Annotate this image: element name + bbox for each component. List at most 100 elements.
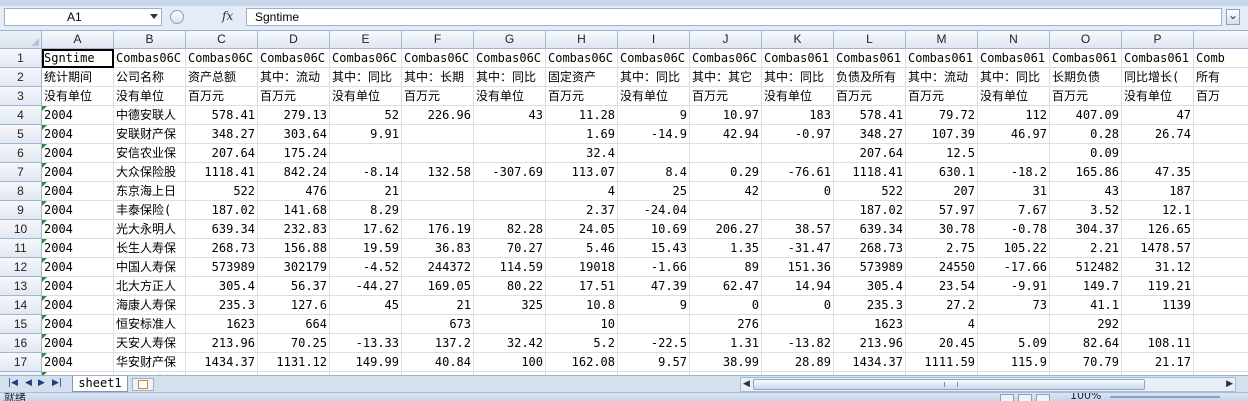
cell-e14[interactable]: 45 <box>330 296 402 315</box>
cell-h12[interactable]: 19018 <box>546 258 618 277</box>
sheet-tab[interactable]: sheet1 <box>72 376 128 392</box>
cell-g9[interactable] <box>474 201 546 220</box>
cell-o12[interactable]: 512482 <box>1050 258 1122 277</box>
cell-m8[interactable]: 207 <box>906 182 978 201</box>
cell-g12[interactable]: 114.59 <box>474 258 546 277</box>
cell-g1[interactable]: Combas06C <box>474 49 546 68</box>
cell-o14[interactable]: 41.1 <box>1050 296 1122 315</box>
cell-a2[interactable]: 统计期间 <box>42 68 114 87</box>
scroll-right-icon[interactable]: ▶ <box>1226 379 1233 389</box>
cell-p1[interactable]: Combas061 <box>1122 49 1194 68</box>
cell-e3[interactable]: 没有单位 <box>330 87 402 106</box>
cell-k12[interactable]: 151.36 <box>762 258 834 277</box>
cell-m15[interactable]: 4 <box>906 315 978 334</box>
cell-k1[interactable]: Combas061 <box>762 49 834 68</box>
cell-g10[interactable]: 82.28 <box>474 220 546 239</box>
cell-d17[interactable]: 1131.12 <box>258 353 330 372</box>
cell-m1[interactable]: Combas061 <box>906 49 978 68</box>
cell-i5[interactable]: -14.9 <box>618 125 690 144</box>
cell-f3[interactable]: 百万元 <box>402 87 474 106</box>
cell-e11[interactable]: 19.59 <box>330 239 402 258</box>
cell-n3[interactable]: 没有单位 <box>978 87 1050 106</box>
cell-l16[interactable]: 213.96 <box>834 334 906 353</box>
cell-a4[interactable]: 2004 <box>42 106 114 125</box>
row-header[interactable]: 15 <box>0 315 42 334</box>
cell-n16[interactable]: 5.09 <box>978 334 1050 353</box>
cell-n1[interactable]: Combas061 <box>978 49 1050 68</box>
cell-b1[interactable]: Combas06C <box>114 49 186 68</box>
cell-g6[interactable] <box>474 144 546 163</box>
cell-c5[interactable]: 348.27 <box>186 125 258 144</box>
cell-f14[interactable]: 21 <box>402 296 474 315</box>
cell-i13[interactable]: 47.39 <box>618 277 690 296</box>
cell-a15[interactable]: 2004 <box>42 315 114 334</box>
cell-k11[interactable]: -31.47 <box>762 239 834 258</box>
cell-c7[interactable]: 1118.41 <box>186 163 258 182</box>
cell-a11[interactable]: 2004 <box>42 239 114 258</box>
cell-f6[interactable] <box>402 144 474 163</box>
cell-q7[interactable]: 3 <box>1194 163 1248 182</box>
row-header[interactable]: 11 <box>0 239 42 258</box>
cell-a3[interactable]: 没有单位 <box>42 87 114 106</box>
cell-a7[interactable]: 2004 <box>42 163 114 182</box>
cell-k10[interactable]: 38.57 <box>762 220 834 239</box>
cell-h2[interactable]: 固定资产 <box>546 68 618 87</box>
cell-p3[interactable]: 没有单位 <box>1122 87 1194 106</box>
cell-d15[interactable]: 664 <box>258 315 330 334</box>
cell-d10[interactable]: 232.83 <box>258 220 330 239</box>
cell-i8[interactable]: 25 <box>618 182 690 201</box>
cell-m11[interactable]: 2.75 <box>906 239 978 258</box>
cell-k13[interactable]: 14.94 <box>762 277 834 296</box>
cell-e8[interactable]: 21 <box>330 182 402 201</box>
cell-j8[interactable]: 42 <box>690 182 762 201</box>
row-header[interactable]: 10 <box>0 220 42 239</box>
cell-f12[interactable]: 244372 <box>402 258 474 277</box>
chevron-down-icon[interactable] <box>150 14 158 19</box>
prev-sheet-icon[interactable]: ◀ <box>25 378 32 388</box>
cell-p16[interactable]: 108.11 <box>1122 334 1194 353</box>
cell-j2[interactable]: 其中：其它 <box>690 68 762 87</box>
cell-o3[interactable]: 百万元 <box>1050 87 1122 106</box>
scroll-left-icon[interactable]: ◀ <box>743 379 750 389</box>
cell-o2[interactable]: 长期负债 <box>1050 68 1122 87</box>
cell-o4[interactable]: 407.09 <box>1050 106 1122 125</box>
cell-b3[interactable]: 没有单位 <box>114 87 186 106</box>
cell-p2[interactable]: 同比增长( <box>1122 68 1194 87</box>
cell-f11[interactable]: 36.83 <box>402 239 474 258</box>
cell-h4[interactable]: 11.28 <box>546 106 618 125</box>
cell-g17[interactable]: 100 <box>474 353 546 372</box>
cell-n4[interactable]: 112 <box>978 106 1050 125</box>
expand-formula-bar-button[interactable]: ⌄ <box>1226 8 1240 25</box>
cell-e1[interactable]: Combas06C <box>330 49 402 68</box>
cell-d4[interactable]: 279.13 <box>258 106 330 125</box>
cell-q4[interactable] <box>1194 106 1248 125</box>
cell-g8[interactable] <box>474 182 546 201</box>
cell-n5[interactable]: 46.97 <box>978 125 1050 144</box>
column-header-c[interactable]: C <box>186 31 258 48</box>
cell-l17[interactable]: 1434.37 <box>834 353 906 372</box>
cell-h17[interactable]: 162.08 <box>546 353 618 372</box>
cell-o15[interactable]: 292 <box>1050 315 1122 334</box>
cell-p6[interactable] <box>1122 144 1194 163</box>
cell-a9[interactable]: 2004 <box>42 201 114 220</box>
row-header[interactable]: 9 <box>0 201 42 220</box>
cell-j7[interactable]: 0.29 <box>690 163 762 182</box>
next-sheet-icon[interactable]: ▶ <box>38 378 45 388</box>
cell-a14[interactable]: 2004 <box>42 296 114 315</box>
cell-p7[interactable]: 47.35 <box>1122 163 1194 182</box>
cell-f13[interactable]: 169.05 <box>402 277 474 296</box>
cell-k16[interactable]: -13.82 <box>762 334 834 353</box>
cell-c12[interactable]: 573989 <box>186 258 258 277</box>
cell-h6[interactable]: 32.4 <box>546 144 618 163</box>
cell-i3[interactable]: 没有单位 <box>618 87 690 106</box>
cell-m2[interactable]: 其中：流动 <box>906 68 978 87</box>
cell-l2[interactable]: 负债及所有 <box>834 68 906 87</box>
cell-k17[interactable]: 28.89 <box>762 353 834 372</box>
cell-d5[interactable]: 303.64 <box>258 125 330 144</box>
cell-n13[interactable]: -9.91 <box>978 277 1050 296</box>
cell-b17[interactable]: 华安财产保 <box>114 353 186 372</box>
cell-k7[interactable]: -76.61 <box>762 163 834 182</box>
cell-g4[interactable]: 43 <box>474 106 546 125</box>
cell-n6[interactable] <box>978 144 1050 163</box>
cell-f1[interactable]: Combas06C <box>402 49 474 68</box>
